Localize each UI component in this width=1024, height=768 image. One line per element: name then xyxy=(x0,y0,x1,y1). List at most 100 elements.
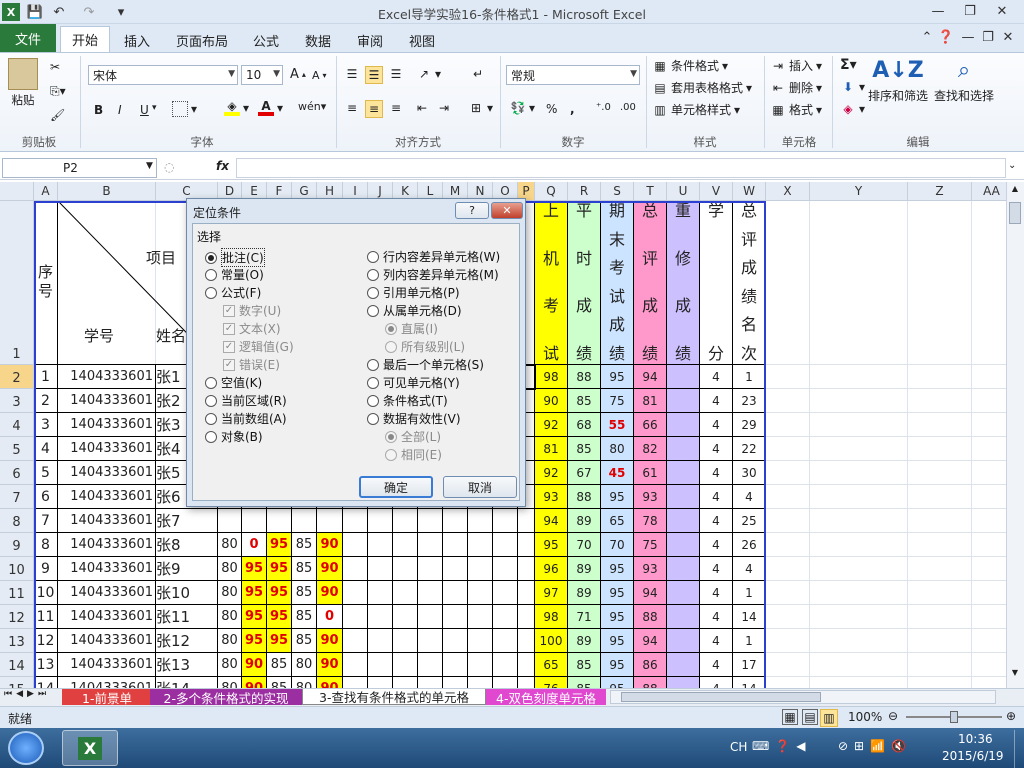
cell-q8[interactable]: 94 xyxy=(535,509,568,533)
cell-w12[interactable]: 14 xyxy=(733,605,766,629)
cell-e8[interactable] xyxy=(242,509,267,533)
merge-center-icon[interactable]: ⊞ ▾ xyxy=(468,100,493,116)
cell-empty[interactable] xyxy=(343,653,368,677)
cell-a12[interactable]: 11 xyxy=(34,605,58,629)
cell-w7[interactable]: 4 xyxy=(733,485,766,509)
zoom-slider-thumb[interactable] xyxy=(950,711,958,723)
cell-empty[interactable] xyxy=(393,677,418,688)
redo-icon[interactable]: ↷ xyxy=(80,3,98,21)
cell-u3[interactable] xyxy=(667,389,700,413)
cell-r14[interactable]: 85 xyxy=(568,653,601,677)
cell-a15[interactable]: 14 xyxy=(34,677,58,688)
ok-button[interactable]: 确定 xyxy=(359,476,433,498)
cell-d15[interactable]: 80 xyxy=(218,677,242,688)
cell-empty[interactable] xyxy=(343,509,368,533)
cell-g8[interactable] xyxy=(292,509,317,533)
cell-a8[interactable]: 7 xyxy=(34,509,58,533)
cell-a7[interactable]: 6 xyxy=(34,485,58,509)
start-button[interactable] xyxy=(8,731,44,765)
tab-data[interactable]: 数据 xyxy=(296,28,340,52)
comma-style-icon[interactable]: , xyxy=(570,102,575,116)
cell-h12[interactable]: 0 xyxy=(317,605,343,629)
cell-h13[interactable]: 90 xyxy=(317,629,343,653)
cell-empty[interactable] xyxy=(343,677,368,688)
delete-cells-button[interactable]: ⇤ 删除 ▾ xyxy=(770,79,822,96)
cell-q5[interactable]: 81 xyxy=(535,437,568,461)
cell-f11[interactable]: 95 xyxy=(267,581,292,605)
save-icon[interactable]: 💾 xyxy=(26,3,44,21)
cell-u4[interactable] xyxy=(667,413,700,437)
decrease-decimal-icon[interactable]: .00 xyxy=(620,102,636,113)
border-icon[interactable]: ▾ xyxy=(172,101,197,117)
cell-h15[interactable]: 90 xyxy=(317,677,343,688)
select-all-corner[interactable] xyxy=(0,182,34,201)
cell-s2[interactable]: 95 xyxy=(601,365,634,389)
cell-empty[interactable] xyxy=(443,605,468,629)
option-right-8[interactable]: 条件格式(T) xyxy=(367,392,448,409)
column-header-q[interactable]: Q xyxy=(535,182,568,201)
scroll-down-icon[interactable]: ▼ xyxy=(1009,668,1021,680)
cell-e10[interactable]: 95 xyxy=(242,557,267,581)
cell-empty[interactable] xyxy=(493,557,518,581)
cell-b12[interactable]: 1404333601 xyxy=(58,605,156,629)
row-header-6[interactable]: 6 xyxy=(0,461,34,485)
cell-d8[interactable] xyxy=(218,509,242,533)
row-header-5[interactable]: 5 xyxy=(0,437,34,461)
increase-decimal-icon[interactable]: ⁺.0 xyxy=(596,102,611,113)
page-break-view-icon[interactable]: ▥ xyxy=(820,709,838,727)
zoom-out-icon[interactable]: ⊖ xyxy=(888,709,898,723)
align-bottom-icon[interactable]: ☰ xyxy=(388,66,404,82)
cell-c15[interactable]: 张14 xyxy=(156,677,218,688)
system-tray-icons[interactable]: ⊘⊞📶🔇 xyxy=(838,739,912,753)
option-left-0[interactable]: 批注(C) xyxy=(205,248,265,267)
cell-b6[interactable]: 1404333601 xyxy=(58,461,156,485)
name-box-dropdown-icon[interactable]: ▼ xyxy=(146,161,153,171)
cell-s15[interactable]: 95 xyxy=(601,677,634,688)
cell-c8[interactable]: 张7 xyxy=(156,509,218,533)
cell-b9[interactable]: 1404333601 xyxy=(58,533,156,557)
show-desktop-button[interactable] xyxy=(1014,730,1024,768)
cell-u9[interactable] xyxy=(667,533,700,557)
cell-w11[interactable]: 1 xyxy=(733,581,766,605)
cell-empty[interactable] xyxy=(368,605,393,629)
cell-t5[interactable]: 82 xyxy=(634,437,667,461)
cell-q7[interactable]: 93 xyxy=(535,485,568,509)
cell-g13[interactable]: 85 xyxy=(292,629,317,653)
cell-h14[interactable]: 90 xyxy=(317,653,343,677)
column-header-w[interactable]: W xyxy=(733,182,766,201)
sheet-tab-2[interactable]: 2-多个条件格式的实现 xyxy=(150,689,302,705)
cell-t4[interactable]: 66 xyxy=(634,413,667,437)
cell-w4[interactable]: 29 xyxy=(733,413,766,437)
cell-s5[interactable]: 80 xyxy=(601,437,634,461)
cell-a5[interactable]: 4 xyxy=(34,437,58,461)
tab-formulas[interactable]: 公式 xyxy=(244,28,288,52)
cut-icon[interactable]: ✂ xyxy=(50,60,60,74)
cell-b10[interactable]: 1404333601 xyxy=(58,557,156,581)
cell-empty[interactable] xyxy=(418,533,443,557)
cell-empty[interactable] xyxy=(518,557,535,581)
dialog-close-button[interactable]: ✕ xyxy=(491,202,523,219)
excel-logo-icon[interactable]: X xyxy=(2,3,20,21)
radio-icon[interactable] xyxy=(367,376,379,389)
cell-u12[interactable] xyxy=(667,605,700,629)
tab-view[interactable]: 视图 xyxy=(400,28,444,52)
cell-t6[interactable]: 61 xyxy=(634,461,667,485)
cell-b11[interactable]: 1404333601 xyxy=(58,581,156,605)
cell-f15[interactable]: 85 xyxy=(267,677,292,688)
cell-a13[interactable]: 12 xyxy=(34,629,58,653)
cell-w10[interactable]: 4 xyxy=(733,557,766,581)
cell-c11[interactable]: 张10 xyxy=(156,581,218,605)
option-left-10[interactable]: 对象(B) xyxy=(205,428,263,445)
column-header-u[interactable]: U xyxy=(667,182,700,201)
cell-q4[interactable]: 92 xyxy=(535,413,568,437)
doc-minimize-icon[interactable]: — xyxy=(958,27,978,47)
cell-empty[interactable] xyxy=(393,581,418,605)
cell-c10[interactable]: 张9 xyxy=(156,557,218,581)
vertical-scrollbar[interactable]: ▲ ▼ xyxy=(1006,182,1024,688)
cell-s7[interactable]: 95 xyxy=(601,485,634,509)
cell-empty[interactable] xyxy=(393,533,418,557)
cell-a9[interactable]: 8 xyxy=(34,533,58,557)
cell-f8[interactable] xyxy=(267,509,292,533)
copy-icon[interactable]: ⎘▾ xyxy=(50,84,66,99)
cell-r10[interactable]: 89 xyxy=(568,557,601,581)
